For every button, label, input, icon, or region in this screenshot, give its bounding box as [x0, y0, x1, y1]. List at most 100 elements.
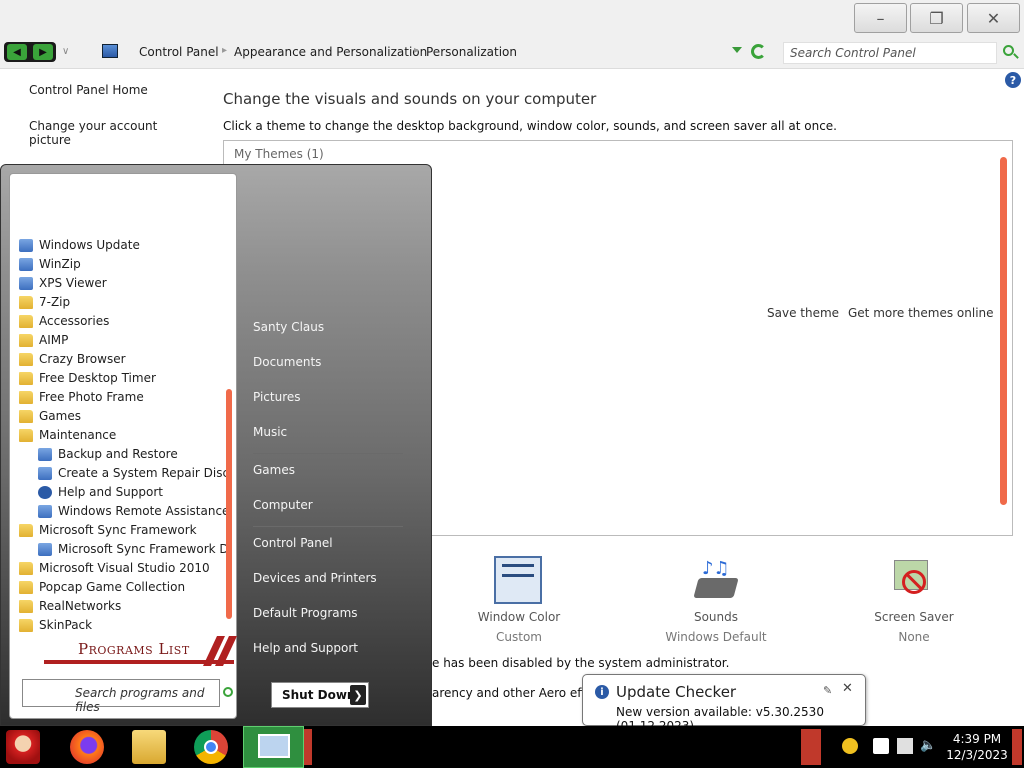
program-list-item[interactable]: XPS Viewer: [19, 274, 224, 292]
program-list-item[interactable]: Windows Remote Assistance: [38, 502, 228, 520]
control-panel-search-input[interactable]: Search Control Panel: [783, 42, 997, 64]
breadcrumb-personalization[interactable]: Personalization: [426, 45, 517, 59]
program-list-item[interactable]: Create a System Repair Disc: [38, 464, 228, 482]
minimize-button[interactable]: –: [854, 3, 907, 33]
window-color-icon[interactable]: [494, 556, 542, 604]
programs-panel: Windows Update WinZip XPS Viewer 7-Zip Acces…: [9, 173, 237, 719]
control-panel-home-link[interactable]: Control Panel Home: [29, 83, 148, 97]
program-list-item[interactable]: Popcap Game Collection: [19, 578, 224, 596]
notification-title: Update Checker: [616, 683, 737, 701]
start-link-games[interactable]: Games: [253, 463, 295, 477]
program-list-item[interactable]: WinZip: [19, 255, 224, 273]
search-icon[interactable]: [223, 687, 233, 697]
back-arrow-icon[interactable]: ◀: [7, 44, 27, 60]
close-button[interactable]: ✕: [967, 3, 1020, 33]
program-list-item[interactable]: Microsoft Sync Framework: [19, 521, 224, 539]
program-list-item[interactable]: SkinPack: [19, 616, 224, 634]
program-list-item[interactable]: RealNetworks: [19, 597, 224, 615]
show-desktop-button[interactable]: [1012, 729, 1022, 765]
control-panel-taskbar-button[interactable]: [243, 726, 304, 768]
taskbar-clock[interactable]: 4:39 PM 12/3/2023: [944, 731, 1010, 763]
folder-icon: [19, 352, 33, 366]
programs-list-button[interactable]: Programs List: [14, 636, 237, 666]
screen-saver-label: Screen Saver: [874, 610, 954, 624]
program-icon: [19, 276, 33, 290]
forward-arrow-icon[interactable]: ▶: [33, 44, 53, 60]
start-link-help-support[interactable]: Help and Support: [253, 641, 358, 655]
start-link-pictures[interactable]: Pictures: [253, 390, 301, 404]
help-icon[interactable]: ?: [1005, 72, 1021, 88]
start-search-input[interactable]: Search programs and files: [22, 679, 220, 714]
program-list-item[interactable]: Games: [19, 407, 224, 425]
network-icon[interactable]: [897, 738, 913, 754]
update-checker-tray-icon[interactable]: [842, 738, 858, 754]
help-icon: [38, 485, 52, 499]
program-list-item[interactable]: 7-Zip: [19, 293, 224, 311]
program-list-item[interactable]: Help and Support: [38, 483, 228, 501]
start-link-devices-printers[interactable]: Devices and Printers: [253, 571, 377, 585]
program-list-item[interactable]: Free Photo Frame: [19, 388, 224, 406]
start-link-user[interactable]: Santy Claus: [253, 320, 324, 334]
folder-icon: [19, 599, 33, 613]
change-account-picture-link[interactable]: Change your account picture: [29, 119, 200, 147]
program-list-item[interactable]: Crazy Browser: [19, 350, 224, 368]
programs-scrollbar[interactable]: [226, 389, 232, 619]
update-checker-notification[interactable]: i Update Checker New version available: …: [582, 674, 866, 733]
themes-scrollbar[interactable]: [1000, 157, 1007, 505]
action-center-flag-icon[interactable]: [873, 738, 889, 754]
sounds-setting[interactable]: Sounds Windows Default: [656, 610, 776, 644]
program-icon: [19, 238, 33, 252]
program-label: Backup and Restore: [58, 447, 178, 461]
taskbar: 🔈 4:39 PM 12/3/2023: [0, 726, 1024, 768]
program-list-item[interactable]: Accessories: [19, 312, 224, 330]
breadcrumb-appearance[interactable]: Appearance and Personalization: [234, 45, 427, 59]
search-icon[interactable]: [1003, 45, 1014, 56]
program-icon: [19, 257, 33, 271]
info-icon: i: [595, 685, 609, 699]
screen-saver-value: None: [898, 630, 930, 644]
refresh-icon[interactable]: [751, 44, 766, 59]
screen-saver-setting[interactable]: Screen Saver None: [864, 610, 964, 644]
program-label: Microsoft Sync Framework: [39, 523, 197, 537]
folder-icon: [19, 295, 33, 309]
program-label: Microsoft Sync Framework Doc: [58, 542, 228, 556]
file-explorer-icon[interactable]: [132, 730, 166, 764]
program-list-item[interactable]: Microsoft Visual Studio 2010: [19, 559, 224, 577]
program-icon: [38, 542, 52, 556]
sounds-icon[interactable]: ♪♫: [692, 556, 740, 602]
screen-saver-icon[interactable]: [890, 556, 936, 602]
program-list-item[interactable]: AIMP: [19, 331, 224, 349]
start-button-santa-icon[interactable]: [6, 730, 40, 764]
address-bar: ◀ ▶ ∨ Control Panel ▸ Appearance and Per…: [0, 36, 1024, 69]
close-icon[interactable]: ✕: [842, 681, 853, 696]
volume-icon[interactable]: 🔈: [920, 738, 936, 754]
restore-button[interactable]: ❐: [910, 3, 963, 33]
firefox-icon[interactable]: [70, 730, 104, 764]
program-list-item[interactable]: Windows Update: [19, 236, 224, 254]
program-list-item[interactable]: Microsoft Sync Framework Doc: [38, 540, 228, 558]
shutdown-options-arrow-icon[interactable]: ❯: [350, 685, 366, 705]
get-more-themes-link[interactable]: Get more themes online: [848, 306, 994, 320]
shutdown-label: Shut Down: [282, 688, 356, 702]
start-link-documents[interactable]: Documents: [253, 355, 321, 369]
start-link-computer[interactable]: Computer: [253, 498, 313, 512]
window-color-setting[interactable]: Window Color Custom: [464, 610, 574, 644]
pin-icon[interactable]: ✎: [823, 684, 832, 697]
chrome-icon[interactable]: [194, 730, 228, 764]
breadcrumb-separator-icon[interactable]: ▸: [222, 45, 227, 56]
program-label: Free Desktop Timer: [39, 371, 156, 385]
start-link-default-programs[interactable]: Default Programs: [253, 606, 358, 620]
save-theme-link[interactable]: Save theme: [767, 306, 839, 320]
recent-pages-chevron-icon[interactable]: ∨: [62, 46, 69, 57]
start-link-music[interactable]: Music: [253, 425, 287, 439]
address-dropdown-icon[interactable]: [732, 47, 742, 53]
start-link-control-panel[interactable]: Control Panel: [253, 536, 333, 550]
breadcrumb-control-panel[interactable]: Control Panel: [139, 45, 219, 59]
page-subtitle: Click a theme to change the desktop back…: [223, 119, 837, 133]
shutdown-button[interactable]: Shut Down ❯: [271, 682, 369, 708]
program-list-item[interactable]: Free Desktop Timer: [19, 369, 224, 387]
show-hidden-icons-button[interactable]: [801, 729, 821, 765]
breadcrumb-separator-icon[interactable]: ▸: [414, 45, 419, 56]
program-list-item[interactable]: Maintenance: [19, 426, 224, 444]
program-list-item[interactable]: Backup and Restore: [38, 445, 228, 463]
